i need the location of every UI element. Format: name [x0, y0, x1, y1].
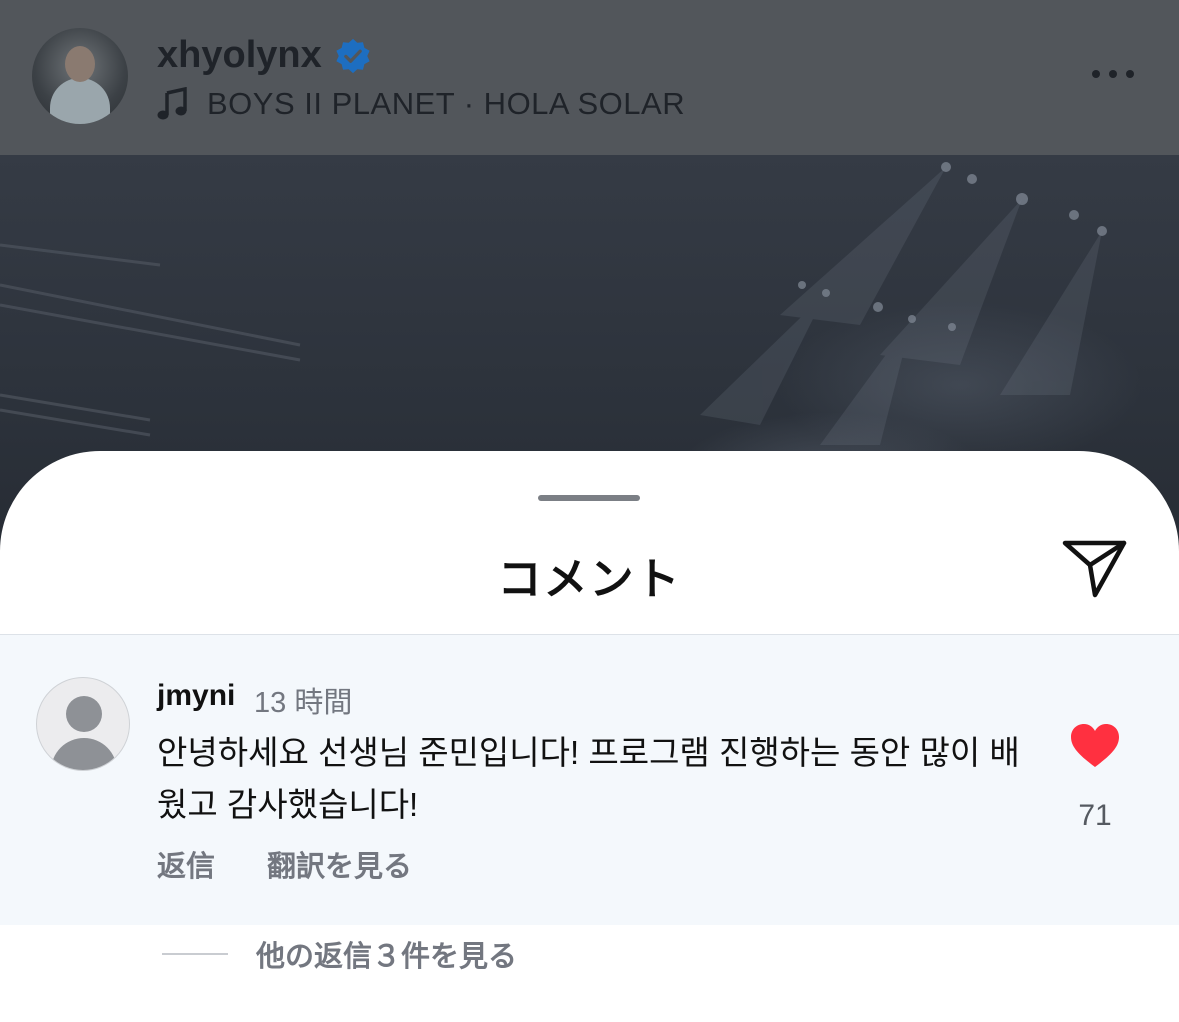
music-label: BOYS II PLANET · HOLA SOLAR [207, 86, 686, 121]
reply-button[interactable]: 返信 [157, 843, 215, 885]
post-header: xhyolynx BOYS II PLANET · HOLA SOLAR [0, 0, 1179, 155]
avatar-figure-face [65, 46, 95, 82]
sheet-grabber[interactable] [538, 495, 640, 501]
comments-sheet: コメント jmyni 13 時間 안녕하세요 선생님 준민입니다! 프로그램 진… [0, 451, 1179, 1022]
verified-badge-icon [336, 38, 370, 74]
post-username[interactable]: xhyolynx [157, 34, 322, 77]
comment-username[interactable]: jmyni [157, 679, 235, 713]
default-avatar-shoulders [51, 738, 117, 770]
view-replies-button[interactable]: 他の返信３件を見る [162, 933, 517, 975]
sheet-title: コメント [497, 555, 682, 604]
commenter-avatar[interactable] [36, 677, 130, 771]
view-replies-label: 他の返信３件を見る [256, 941, 518, 973]
avatar-figure-body [50, 78, 110, 124]
like-count: 71 [1078, 799, 1112, 832]
more-dots-icon[interactable] [1088, 64, 1138, 84]
comment-text: 안녕하세요 선생님 준민입니다! 프로그램 진행하는 동안 많이 배웠고 감사했… [157, 734, 1020, 823]
default-avatar-head [66, 696, 102, 732]
music-note-icon [157, 87, 187, 120]
translate-button[interactable]: 翻訳を見る [267, 843, 412, 885]
comment-timestamp: 13 時間 [254, 687, 353, 719]
heart-icon[interactable] [1069, 723, 1121, 769]
profile-avatar[interactable] [32, 28, 128, 124]
music-row[interactable]: BOYS II PLANET · HOLA SOLAR [157, 84, 685, 124]
comment-item[interactable]: jmyni 13 時間 안녕하세요 선생님 준민입니다! 프로그램 진행하는 동… [0, 635, 1179, 925]
send-icon[interactable] [1060, 535, 1130, 599]
replies-divider-line [162, 953, 228, 955]
comment-actions: 返信 翻訳を見る [157, 843, 464, 885]
